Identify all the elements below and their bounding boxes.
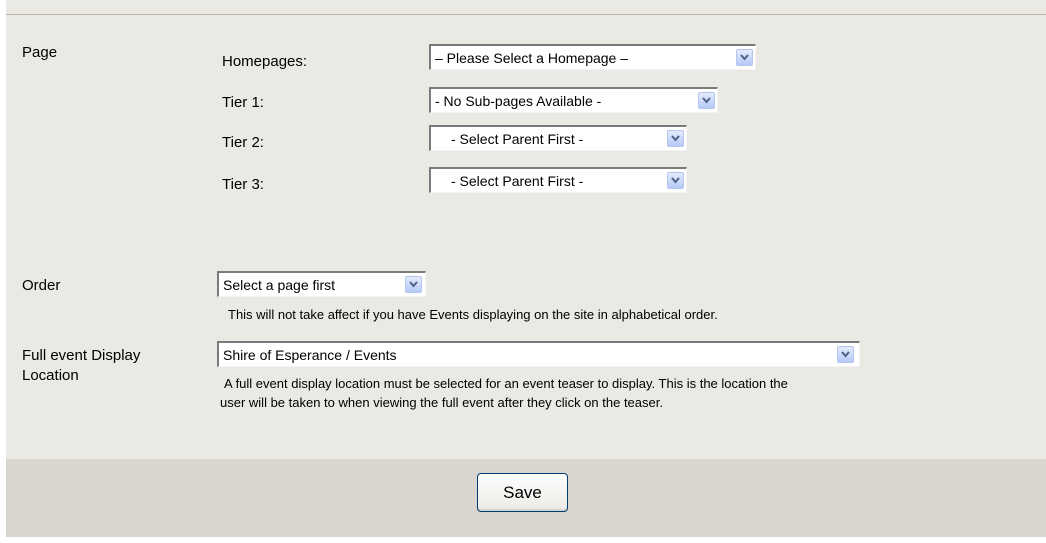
homepages-selected-value: – Please Select a Homepage –	[435, 50, 629, 66]
tier3-selected-value: - Select Parent First -	[451, 173, 584, 189]
chevron-down-icon[interactable]	[667, 172, 684, 189]
tier1-select[interactable]: - No Sub-pages Available -	[429, 87, 718, 113]
form-panel	[6, 0, 1046, 537]
save-button[interactable]: Save	[477, 473, 568, 512]
tier2-selected-value: - Select Parent First -	[451, 131, 584, 147]
chevron-down-icon[interactable]	[405, 276, 422, 293]
homepages-label: Homepages:	[222, 53, 308, 70]
chevron-down-icon[interactable]	[698, 92, 715, 109]
order-note: This will not take affect if you have Ev…	[228, 307, 718, 322]
chevron-down-icon[interactable]	[736, 49, 753, 66]
display-location-note-line2: user will be taken to when viewing the f…	[220, 395, 663, 410]
order-select[interactable]: Select a page first	[217, 271, 426, 297]
display-location-select[interactable]: Shire of Esperance / Events	[217, 341, 860, 367]
tier3-select[interactable]: - Select Parent First -	[429, 167, 687, 193]
display-location-label-line1: Full event Display	[22, 347, 141, 364]
homepages-select[interactable]: – Please Select a Homepage –	[429, 44, 756, 70]
display-location-label-line2: Location	[22, 367, 79, 384]
display-location-note-line1: A full event display location must be se…	[224, 376, 788, 391]
display-location-selected-value: Shire of Esperance / Events	[223, 347, 397, 363]
top-divider	[6, 14, 1046, 15]
chevron-down-icon[interactable]	[667, 130, 684, 147]
tier1-selected-value: - No Sub-pages Available -	[435, 93, 602, 109]
order-label: Order	[22, 277, 61, 294]
page-section-label: Page	[22, 44, 58, 61]
order-selected-value: Select a page first	[223, 277, 336, 293]
tier2-select[interactable]: - Select Parent First -	[429, 125, 687, 151]
tier3-label: Tier 3:	[222, 176, 264, 193]
tier2-label: Tier 2:	[222, 134, 264, 151]
tier1-label: Tier 1:	[222, 94, 264, 111]
chevron-down-icon[interactable]	[837, 346, 854, 363]
